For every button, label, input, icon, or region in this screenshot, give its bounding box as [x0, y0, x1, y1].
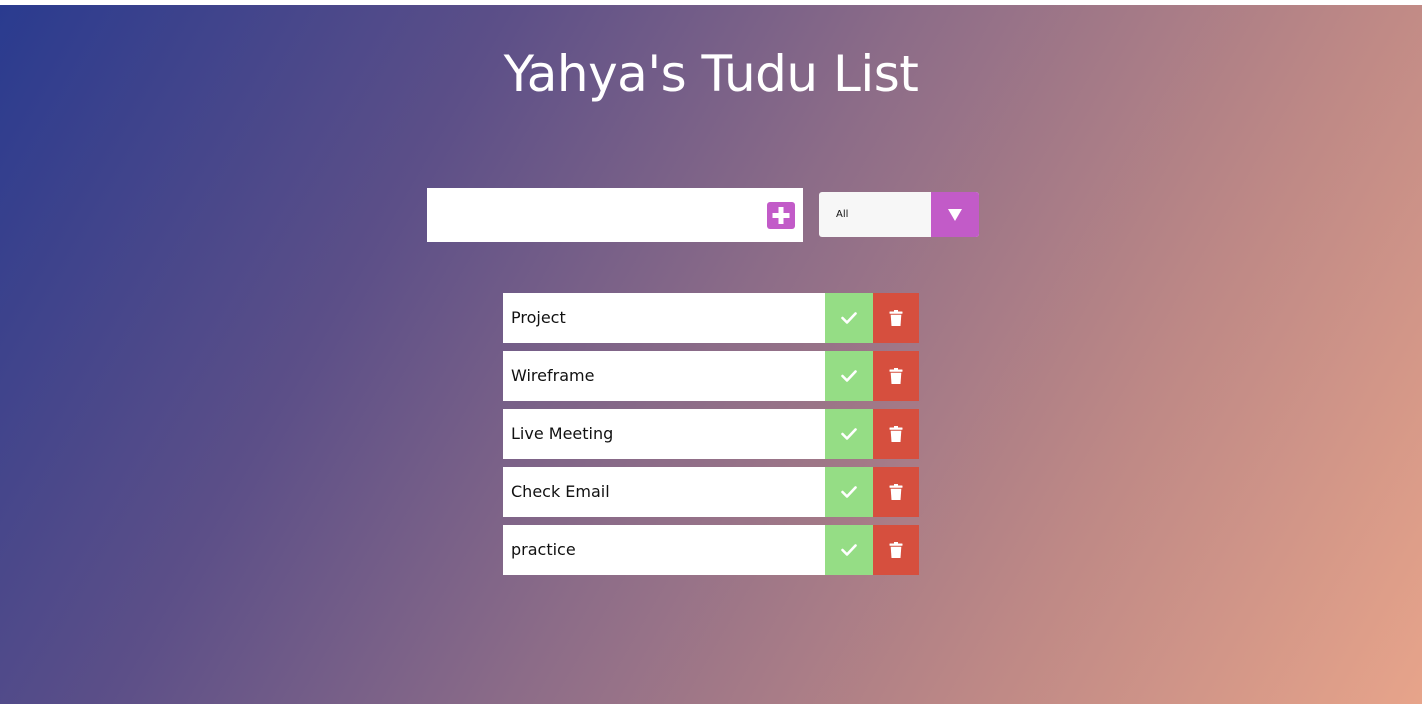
- delete-button[interactable]: [873, 467, 919, 517]
- check-icon: [841, 486, 857, 498]
- todo-list: Project Wireframe Live Meeting Check Ema…: [503, 293, 919, 583]
- check-icon: [841, 312, 857, 324]
- complete-button[interactable]: [825, 293, 873, 343]
- filter-select[interactable]: All: [819, 192, 979, 237]
- todo-item: practice: [503, 525, 919, 575]
- todo-text: Wireframe: [511, 366, 595, 385]
- filter-dropdown-toggle[interactable]: [931, 192, 979, 237]
- check-icon: [841, 370, 857, 382]
- todo-text: practice: [511, 540, 576, 559]
- delete-button[interactable]: [873, 409, 919, 459]
- delete-button[interactable]: [873, 293, 919, 343]
- todo-text: Check Email: [511, 482, 610, 501]
- delete-button[interactable]: [873, 351, 919, 401]
- todo-item: Project: [503, 293, 919, 343]
- trash-icon: [889, 368, 903, 384]
- trash-icon: [889, 542, 903, 558]
- todo-item: Live Meeting: [503, 409, 919, 459]
- filter-selected-value: All: [836, 209, 849, 220]
- complete-button[interactable]: [825, 525, 873, 575]
- complete-button[interactable]: [825, 409, 873, 459]
- check-icon: [841, 544, 857, 556]
- check-icon: [841, 428, 857, 440]
- trash-icon: [889, 310, 903, 326]
- todo-item: Wireframe: [503, 351, 919, 401]
- complete-button[interactable]: [825, 351, 873, 401]
- todo-text: Live Meeting: [511, 424, 614, 443]
- plus-icon: [772, 207, 790, 224]
- todo-form: [427, 188, 803, 242]
- add-todo-button[interactable]: [767, 202, 795, 229]
- todo-item: Check Email: [503, 467, 919, 517]
- trash-icon: [889, 426, 903, 442]
- todo-text: Project: [511, 308, 566, 327]
- trash-icon: [889, 484, 903, 500]
- app-background: Yahya's Tudu List All Project Wireframe …: [0, 5, 1422, 704]
- complete-button[interactable]: [825, 467, 873, 517]
- page-title: Yahya's Tudu List: [503, 45, 919, 103]
- caret-down-icon: [948, 209, 962, 221]
- todo-input[interactable]: [427, 188, 757, 242]
- delete-button[interactable]: [873, 525, 919, 575]
